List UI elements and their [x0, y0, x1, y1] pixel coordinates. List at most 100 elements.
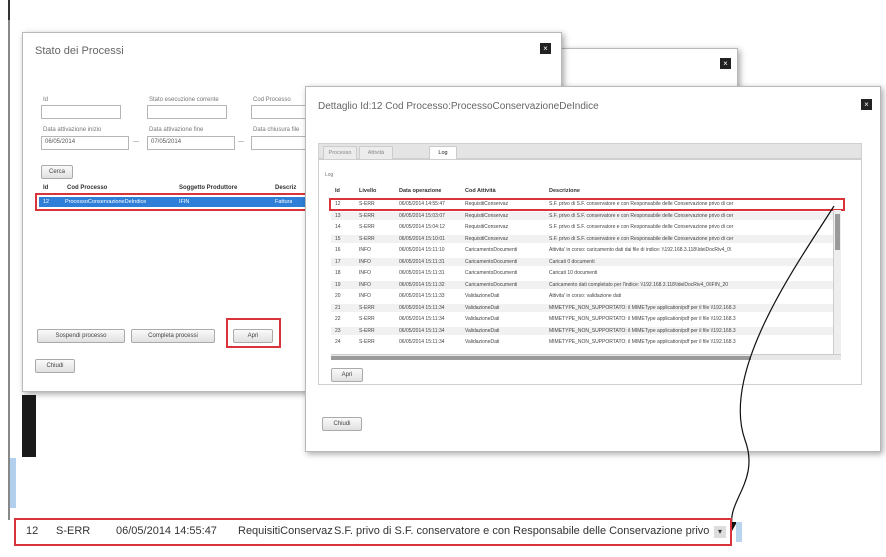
log-cell: RequisitiConservaz: [465, 212, 509, 219]
col-header-descrizione[interactable]: Descriz: [275, 185, 296, 191]
log-cell: CaricamentoDocumenti: [465, 281, 518, 288]
log-cell: S.F. privo di S.F. conservatore e con Re…: [549, 235, 734, 242]
tab-processo[interactable]: Processo: [323, 146, 357, 159]
log-cell: 06/05/2014 15:11:10: [399, 247, 445, 253]
cod-processo-label: Cod Processo: [253, 97, 291, 103]
log-row[interactable]: 20 INFO 06/05/2014 15:11:33 ValidazioneDati…: [331, 292, 833, 300]
log-cell: 06/05/2014 15:11:31: [399, 270, 445, 276]
log-cell: S-ERR: [359, 339, 375, 345]
tab-log[interactable]: Log: [429, 146, 457, 159]
dettaglio-dialog: Dettaglio Id:12 Cod Processo:ProcessoCon…: [305, 86, 881, 452]
col-header-cod[interactable]: Cod Processo: [67, 185, 107, 191]
tab-attivita[interactable]: Attività: [359, 146, 393, 159]
log-section-label: Log: [325, 172, 334, 178]
log-row[interactable]: 15 S-ERR 06/05/2014 15:10:01 RequisitiConse…: [331, 234, 833, 243]
log-cell: 24: [335, 339, 341, 345]
range-dash: —: [238, 139, 244, 145]
log-row[interactable]: 21 S-ERR 06/05/2014 15:11:34 ValidazioneDat…: [331, 303, 833, 312]
log-panel: Log Id Livello Data operazione Cod Attiv…: [318, 159, 862, 385]
dialog-title: Dettaglio Id:12 Cod Processo:ProcessoCon…: [318, 101, 599, 112]
data-inizio-label: Data attivazione inizio: [43, 127, 102, 133]
open-button-highlight: [226, 318, 281, 348]
log-row[interactable]: 24 S-ERR 06/05/2014 15:11:34 ValidazioneDat…: [331, 338, 833, 346]
col-header-soggetto[interactable]: Soggetto Produttore: [179, 185, 237, 191]
log-header-data[interactable]: Data operazione: [399, 188, 441, 194]
log-vertical-scrollbar[interactable]: [833, 210, 841, 354]
log-row[interactable]: 14 S-ERR 06/05/2014 15:04:12 RequisitiConse…: [331, 223, 833, 231]
log-cell: 21: [335, 304, 341, 311]
log-cell: 06/05/2014 15:10:01: [399, 235, 445, 242]
log-table: 12 S-ERR 06/05/2014 14:55:47 RequisitiConse…: [331, 198, 841, 358]
data-fine-input[interactable]: 07/05/2014: [147, 136, 235, 150]
log-row[interactable]: 23 S-ERR 06/05/2014 15:11:34 ValidazioneDat…: [331, 326, 833, 335]
log-cell: ValidazioneDati: [465, 327, 500, 334]
log-cell: S.F. privo di S.F. conservatore e con Re…: [549, 212, 734, 219]
log-row[interactable]: 22 S-ERR 06/05/2014 15:11:34 ValidazioneDat…: [331, 315, 833, 323]
close-detail-button[interactable]: Chiudi: [322, 417, 362, 431]
cod-processo-input[interactable]: [251, 105, 311, 119]
log-row[interactable]: 16 INFO 06/05/2014 15:11:10 CaricamentoDocu…: [331, 246, 833, 254]
scrollbar-thumb[interactable]: [331, 356, 751, 360]
log-cell: 16: [335, 247, 341, 253]
log-cell: Caricati 10 documenti: [549, 270, 598, 276]
zoom-side-marker: [736, 522, 742, 542]
log-cell: INFO: [359, 281, 371, 288]
log-cell: 20: [335, 293, 341, 299]
log-cell: 23: [335, 327, 341, 334]
log-cell: 06/05/2014 15:11:31: [399, 258, 445, 265]
log-cell: 18: [335, 270, 341, 276]
selected-row-highlight: [35, 193, 311, 211]
log-cell: INFO: [359, 247, 371, 253]
close-icon[interactable]: ×: [720, 58, 731, 69]
col-header-id[interactable]: Id: [43, 185, 48, 191]
log-cell: S-ERR: [359, 235, 375, 242]
data-inizio-input[interactable]: 06/05/2014: [41, 136, 129, 150]
complete-process-button[interactable]: Completa processi: [131, 329, 215, 343]
search-button[interactable]: Cerca: [41, 165, 73, 179]
suspend-process-button[interactable]: Sospendi processo: [37, 329, 125, 343]
close-icon[interactable]: ×: [861, 99, 872, 110]
log-cell: 15: [335, 235, 341, 242]
log-cell: RequisitiConservaz: [465, 235, 509, 242]
log-cell: 06/05/2014 15:11:34: [399, 316, 445, 322]
log-header-livello[interactable]: Livello: [359, 188, 376, 194]
stato-input[interactable]: [147, 105, 227, 119]
log-row[interactable]: 19 INFO 06/05/2014 15:11:32 CaricamentoDocu…: [331, 280, 833, 289]
log-row[interactable]: 18 INFO 06/05/2014 15:11:31 CaricamentoDocu…: [331, 269, 833, 277]
log-header-cod-attivita[interactable]: Cod Attività: [465, 188, 496, 194]
log-cell: CaricamentoDocumenti: [465, 258, 518, 265]
log-cell: S-ERR: [359, 316, 375, 322]
open-log-button[interactable]: Apri: [331, 368, 363, 382]
log-header-descrizione[interactable]: Descrizione: [549, 188, 580, 194]
id-input[interactable]: [41, 105, 121, 119]
data-fine-label: Data attivazione fine: [149, 127, 204, 133]
close-icon[interactable]: ×: [540, 43, 551, 54]
zoomed-row-highlight: [14, 518, 732, 546]
log-cell: 22: [335, 316, 341, 322]
log-header-id[interactable]: Id: [335, 188, 340, 194]
log-cell: 06/05/2014 15:11:34: [399, 327, 445, 334]
stato-label: Stato esecuzione corrente: [149, 97, 219, 103]
log-row[interactable]: 17 INFO 06/05/2014 15:11:31 CaricamentoDocu…: [331, 257, 833, 266]
log-cell: 17: [335, 258, 341, 265]
log-cell: 19: [335, 281, 341, 288]
log-cell: 06/05/2014 15:11:34: [399, 339, 445, 345]
log-cell: Caricati 0 documenti: [549, 258, 595, 265]
close-button[interactable]: Chiudi: [35, 359, 75, 373]
log-cell: RequisitiConservaz: [465, 224, 509, 230]
log-cell: MIMETYPE_NON_SUPPORTATO: il MIMEType app…: [549, 316, 736, 322]
log-cell: 06/05/2014 15:03:07: [399, 212, 445, 219]
log-cell: S.F. privo di S.F. conservatore e con Re…: [549, 224, 734, 230]
data-chiusura-input[interactable]: [251, 136, 311, 150]
log-row[interactable]: 13 S-ERR 06/05/2014 15:03:07 RequisitiConse…: [331, 211, 833, 220]
log-cell: S-ERR: [359, 224, 375, 230]
id-label: Id: [43, 97, 49, 103]
log-cell: ValidazioneDati: [465, 339, 500, 345]
log-cell: 14: [335, 224, 341, 230]
log-cell: Attivita' in corso: validazione dati: [549, 293, 622, 299]
scrollbar-thumb[interactable]: [835, 214, 840, 250]
log-horizontal-scrollbar[interactable]: [331, 354, 841, 360]
tab-bar: Processo Attività Log: [318, 143, 862, 159]
log-cell: S-ERR: [359, 327, 375, 334]
log-cell: INFO: [359, 258, 371, 265]
